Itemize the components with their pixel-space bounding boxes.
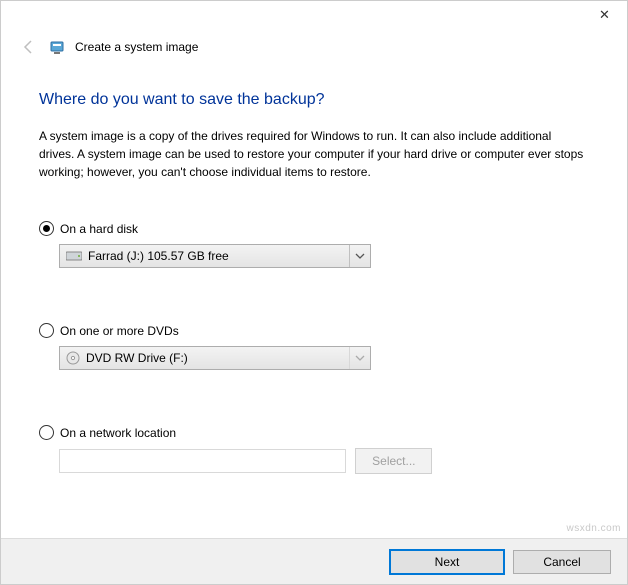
content-area: Where do you want to save the backup? A …	[39, 81, 589, 474]
radio-hard-disk[interactable]	[39, 221, 54, 236]
watermark: wsxdn.com	[566, 523, 621, 534]
dvd-selected: DVD RW Drive (F:)	[86, 351, 349, 365]
option-dvd-label: On one or more DVDs	[60, 324, 179, 338]
header: Create a system image	[19, 37, 198, 57]
chevron-down-icon	[349, 347, 370, 369]
wizard-title: Create a system image	[75, 40, 198, 54]
option-dvd[interactable]: On one or more DVDs	[39, 323, 589, 338]
page-heading: Where do you want to save the backup?	[39, 91, 589, 109]
close-button[interactable]: ✕	[582, 1, 627, 29]
radio-dvd[interactable]	[39, 323, 54, 338]
page-description: A system image is a copy of the drives r…	[39, 127, 589, 181]
network-path-input[interactable]	[59, 449, 346, 473]
next-button[interactable]: Next	[389, 549, 505, 575]
hard-drive-icon	[66, 250, 82, 262]
hard-disk-dropdown[interactable]: Farrad (J:) 105.57 GB free	[59, 244, 371, 268]
option-network-label: On a network location	[60, 426, 176, 440]
system-image-icon	[49, 39, 65, 55]
disc-icon	[66, 351, 80, 365]
chevron-down-icon[interactable]	[349, 245, 370, 267]
wizard-window: ✕ Create a system image Where do you wan…	[0, 0, 628, 585]
titlebar: ✕	[1, 1, 627, 31]
dvd-dropdown[interactable]: DVD RW Drive (F:)	[59, 346, 371, 370]
option-network[interactable]: On a network location	[39, 425, 589, 440]
footer: Next Cancel	[1, 538, 627, 584]
hard-disk-selected: Farrad (J:) 105.57 GB free	[88, 249, 349, 263]
back-arrow-icon	[19, 37, 39, 57]
select-button: Select...	[355, 448, 432, 474]
radio-network[interactable]	[39, 425, 54, 440]
option-hard-disk[interactable]: On a hard disk	[39, 221, 589, 236]
network-row: Select...	[39, 448, 589, 474]
cancel-button[interactable]: Cancel	[513, 550, 611, 574]
option-hard-disk-label: On a hard disk	[60, 222, 138, 236]
